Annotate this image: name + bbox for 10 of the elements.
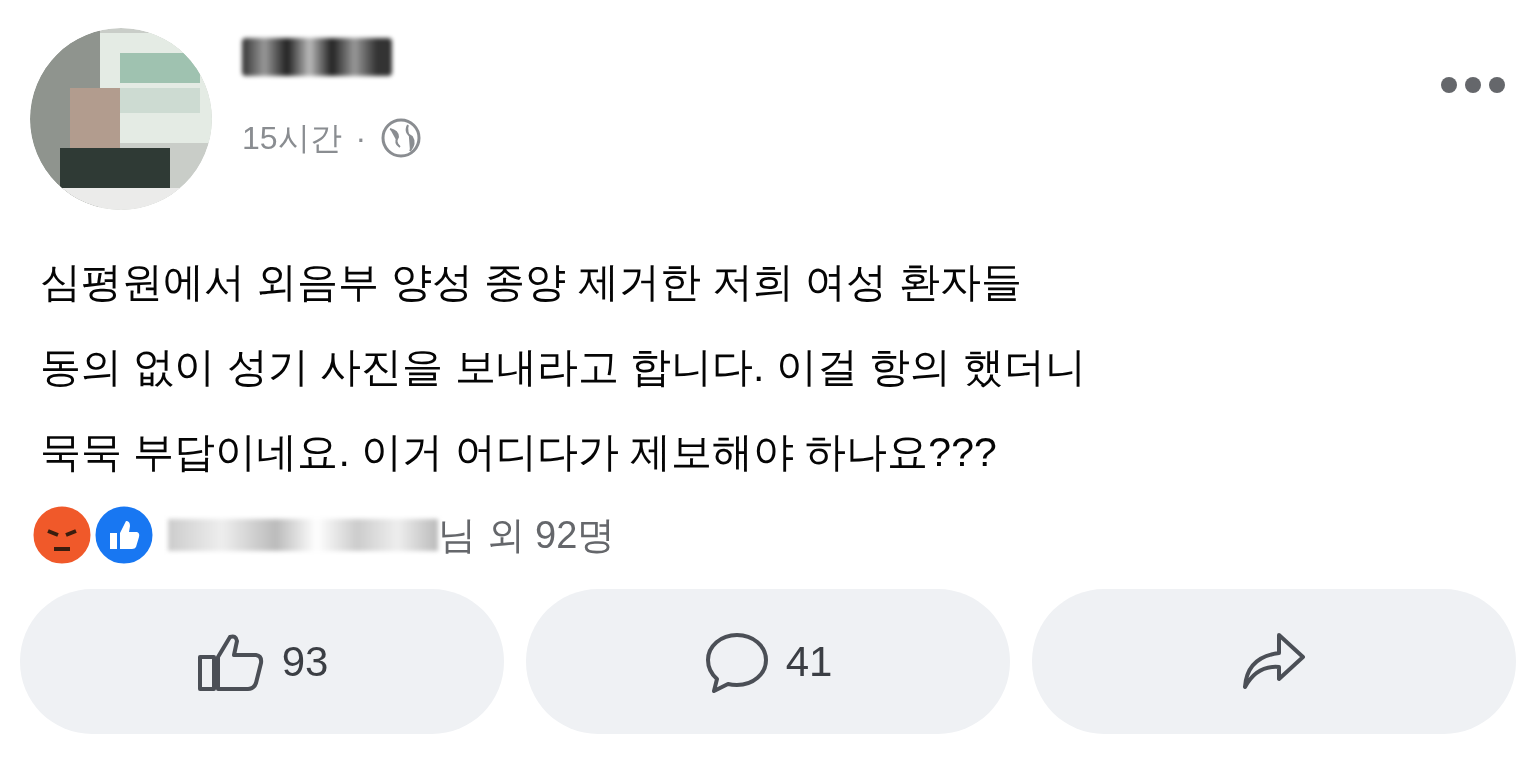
comment-button[interactable]: 41 <box>526 589 1010 734</box>
like-reaction-icon <box>92 503 156 567</box>
post-text: 심평원에서 외음부 양성 종양 제거한 저희 여성 환자들 동의 없이 성기 사진을 보내라고 합니다. 이걸 항의 했더니 묵묵 부답이네요. 이거 어디다가 제보해야 하나요??? <box>40 258 1087 477</box>
separator: · <box>355 119 367 158</box>
more-options-icon[interactable] <box>1440 76 1506 94</box>
reactions-summary[interactable]: 님 외 92명 <box>438 506 616 564</box>
globe-icon <box>380 117 423 159</box>
comment-icon <box>703 630 770 693</box>
angry-reaction-icon <box>30 503 94 567</box>
like-button[interactable]: 93 <box>20 589 504 734</box>
